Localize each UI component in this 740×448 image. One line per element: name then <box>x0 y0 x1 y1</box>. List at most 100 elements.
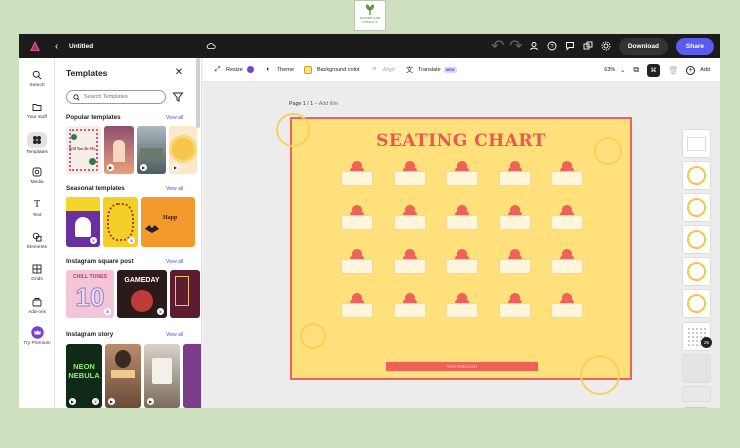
rail-item-search[interactable]: Search <box>19 68 55 88</box>
seat[interactable] <box>551 205 583 230</box>
template-thumbnail[interactable]: Happ <box>141 197 195 247</box>
seat[interactable] <box>393 161 426 186</box>
page-thumbnail[interactable] <box>682 386 711 402</box>
design-page[interactable]: SEATING CHART WHITEBOARD <box>276 113 632 395</box>
page-thumbnail[interactable] <box>682 289 711 318</box>
seat[interactable] <box>341 161 373 186</box>
search-input[interactable] <box>84 94 159 100</box>
chevron-down-icon[interactable]: ⌄ <box>684 407 708 408</box>
watermark-logo: ROSEHIP AND LITERACY <box>354 0 386 31</box>
select-tool-icon[interactable]: ⌘ <box>647 63 661 77</box>
back-icon[interactable]: ‹ <box>55 41 63 52</box>
template-thumbnail[interactable]: ♛ <box>103 197 138 247</box>
zoom-control[interactable]: 63% ⌄ <box>604 67 625 74</box>
template-thumbnail[interactable]: ▶ <box>144 344 180 408</box>
adobe-express-logo[interactable] <box>29 40 41 52</box>
rail-item-media[interactable]: Media <box>19 165 55 185</box>
desk <box>341 303 373 318</box>
view-all-link[interactable]: View all <box>166 186 183 192</box>
cloud-icon[interactable] <box>206 41 216 51</box>
seat[interactable] <box>446 293 478 318</box>
page-thumbnail[interactable] <box>682 161 711 190</box>
seat[interactable] <box>551 161 583 186</box>
rail-item-text[interactable]: T Text <box>19 198 55 218</box>
invite-icon[interactable] <box>529 41 539 51</box>
shapes-icon[interactable] <box>583 41 593 51</box>
design-title[interactable]: SEATING CHART <box>292 131 630 151</box>
download-button[interactable]: Download <box>618 37 668 55</box>
seat[interactable] <box>551 293 583 318</box>
help-icon[interactable]: ? <box>547 41 557 51</box>
left-rail: Search Your stuff Templates Media T Text… <box>19 58 55 408</box>
view-all-link[interactable]: View all <box>166 259 183 265</box>
align-button[interactable]: ≡ Align <box>370 65 395 74</box>
seat[interactable] <box>551 249 583 274</box>
template-thumbnail[interactable]: CHILL TUNES 10 ♛ <box>66 270 114 318</box>
panel-scrollbar[interactable] <box>196 58 200 128</box>
whiteboard-bar[interactable]: WHITEBOARD <box>386 362 538 371</box>
view-all-link[interactable]: View all <box>166 332 183 338</box>
trash-icon[interactable]: 🗑 <box>668 66 678 75</box>
template-thumbnail[interactable] <box>183 344 201 408</box>
filter-icon[interactable] <box>172 91 184 103</box>
seat[interactable] <box>341 205 373 230</box>
rail-item-your-stuff[interactable]: Your stuff <box>19 100 55 120</box>
theme-label: Theme <box>276 66 294 73</box>
search-box[interactable] <box>66 90 166 104</box>
page-thumbnail[interactable] <box>682 225 711 254</box>
add-label: Add <box>700 67 710 73</box>
resize-button[interactable]: ⤢ Resize <box>213 65 254 74</box>
theme-button[interactable]: ◐ Theme <box>264 65 294 74</box>
seat[interactable] <box>498 293 531 318</box>
close-icon[interactable]: ✕ <box>173 67 185 79</box>
seat[interactable] <box>341 249 373 274</box>
rail-item-add-ons[interactable]: Add-ons <box>19 295 55 315</box>
desk <box>498 303 531 318</box>
document-title[interactable]: Untitled <box>69 43 93 50</box>
background-color-button[interactable]: Background color <box>304 65 360 74</box>
template-thumbnail[interactable]: NEON NEBULA ▶ ♛ <box>66 344 102 408</box>
page-thumbnail[interactable] <box>682 257 711 286</box>
page-label[interactable]: Page 1 / 1 – Add title <box>289 101 338 107</box>
template-thumbnail[interactable] <box>170 270 200 318</box>
seat[interactable] <box>393 293 426 318</box>
page-thumbnail[interactable] <box>682 129 711 158</box>
template-thumbnail[interactable]: Will You Be My... <box>66 126 101 174</box>
rail-item-try-premium[interactable]: Try Premium <box>19 326 55 346</box>
seat[interactable] <box>341 293 373 318</box>
seat[interactable] <box>446 161 478 186</box>
template-thumbnail[interactable]: ♛ <box>66 197 100 247</box>
seat[interactable] <box>446 205 478 230</box>
layers-icon[interactable]: ⧉ <box>633 65 639 75</box>
share-button[interactable]: Share <box>675 37 714 55</box>
seat[interactable] <box>498 249 531 274</box>
add-title-link[interactable]: – Add title <box>315 101 338 107</box>
rail-item-elements[interactable]: Elements <box>19 230 55 250</box>
top-bar: ‹ Untitled ↶ ↷ ? Download Share <box>19 34 720 58</box>
seat[interactable] <box>498 161 531 186</box>
undo-icon[interactable]: ↶ <box>491 38 504 55</box>
seat[interactable] <box>446 249 478 274</box>
template-thumbnail[interactable]: ▶ <box>104 126 134 174</box>
template-thumbnail[interactable]: ▶ <box>137 126 166 174</box>
templates-panel: Templates ✕ Popular templates View all W… <box>55 58 202 408</box>
desk <box>393 259 426 274</box>
desk <box>551 215 583 230</box>
settings-icon[interactable] <box>601 41 611 51</box>
seat[interactable] <box>393 249 426 274</box>
page-thumbnail[interactable] <box>682 354 711 383</box>
template-thumbnail[interactable]: GAMEDAY ♛ <box>117 270 167 318</box>
seat[interactable] <box>393 205 426 230</box>
seat[interactable] <box>498 205 531 230</box>
redo-icon[interactable]: ↷ <box>509 38 522 55</box>
comment-icon[interactable] <box>565 41 575 51</box>
rail-item-templates[interactable]: Templates <box>19 132 55 155</box>
view-all-link[interactable]: View all <box>166 115 183 121</box>
page-thumbnail[interactable] <box>682 193 711 222</box>
translate-button[interactable]: 文 Translate NEW <box>405 65 457 74</box>
template-thumbnail[interactable]: ▶ <box>105 344 141 408</box>
add-button[interactable]: + Add <box>686 65 710 75</box>
template-thumbnail[interactable]: ▶ <box>169 126 197 174</box>
premium-icon: ♛ <box>104 308 111 315</box>
rail-item-grids[interactable]: Grids <box>19 262 55 282</box>
